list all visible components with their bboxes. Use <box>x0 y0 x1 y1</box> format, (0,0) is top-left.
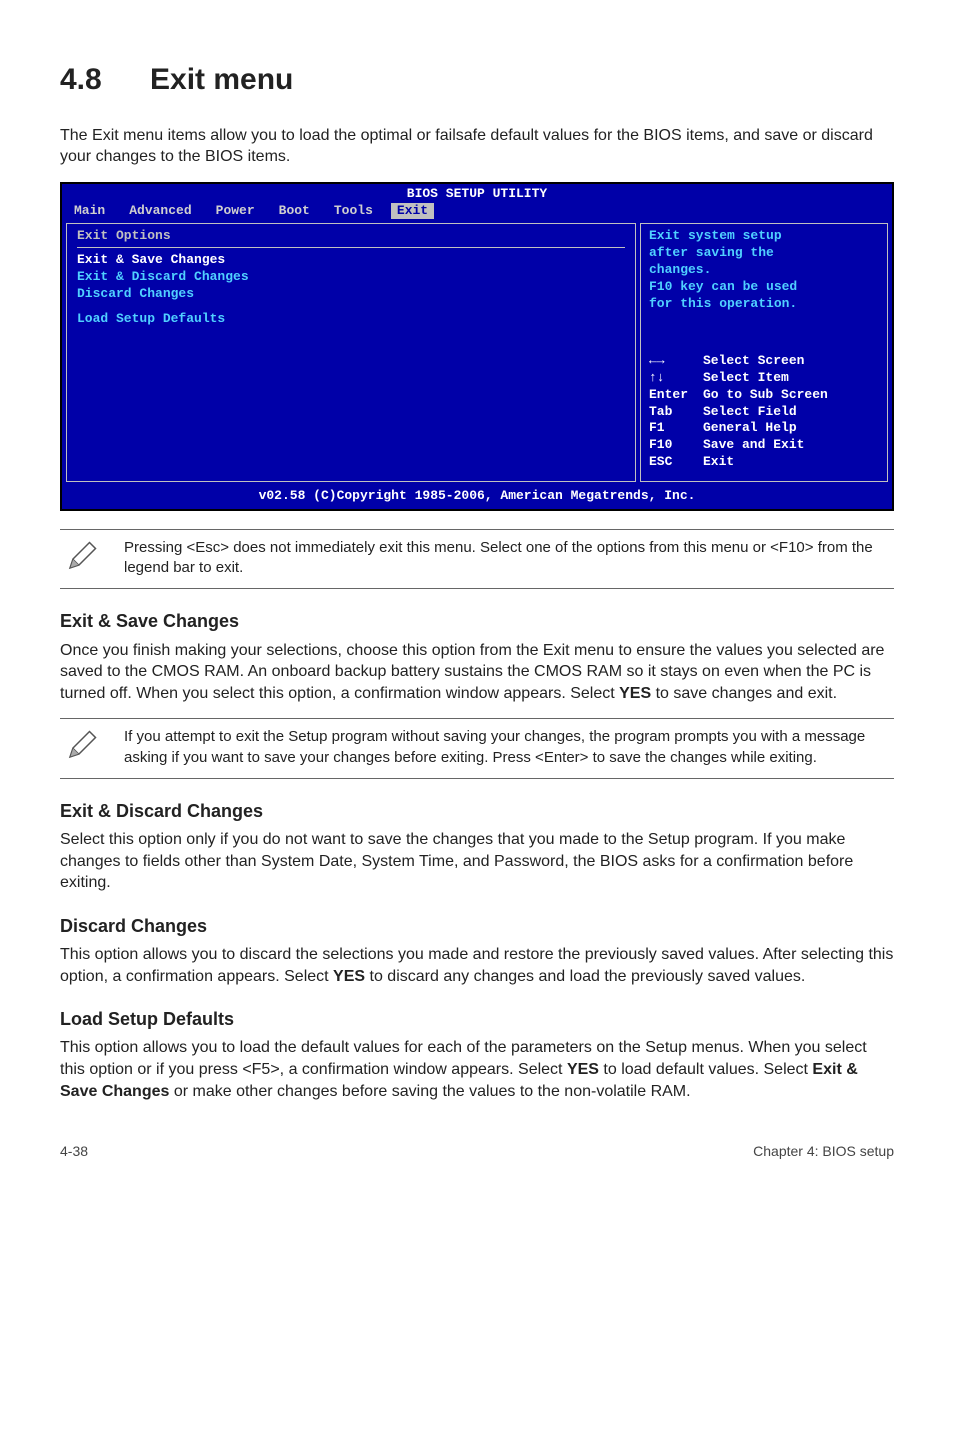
text: to discard any changes and load the prev… <box>365 968 805 985</box>
bios-help-line: after saving the <box>649 245 879 262</box>
bios-help-line: Exit system setup <box>649 228 879 245</box>
subheading-exit-save: Exit & Save Changes <box>60 609 894 633</box>
note-block: If you attempt to exit the Setup program… <box>60 718 894 778</box>
bold-text: YES <box>619 685 651 702</box>
key: F1 <box>649 420 703 437</box>
key-desc: Select Screen <box>703 353 804 370</box>
bios-menu-exit: Exit <box>391 203 434 220</box>
key: ↑↓ <box>649 370 703 387</box>
bios-help-line: changes. <box>649 262 879 279</box>
text: to save changes and exit. <box>651 685 837 702</box>
key: Enter <box>649 387 703 404</box>
bios-right-pane: Exit system setup after saving the chang… <box>640 223 888 482</box>
key: ESC <box>649 454 703 471</box>
bios-item-exit-save: Exit & Save Changes <box>77 252 625 269</box>
bold-text: YES <box>567 1061 599 1078</box>
paragraph: This option allows you to load the defau… <box>60 1037 894 1102</box>
bios-menu-advanced: Advanced <box>123 203 209 220</box>
bios-divider <box>77 247 625 248</box>
paragraph: Once you finish making your selections, … <box>60 640 894 705</box>
note-text: Pressing <Esc> does not immediately exit… <box>124 538 890 579</box>
bios-item-discard: Discard Changes <box>77 286 625 303</box>
bios-item-load-defaults: Load Setup Defaults <box>77 311 625 328</box>
key-desc: General Help <box>703 420 797 437</box>
bios-screenshot: BIOS SETUP UTILITY Main Advanced Power B… <box>60 182 894 511</box>
bios-footer: v02.58 (C)Copyright 1985-2006, American … <box>62 486 892 509</box>
intro-paragraph: The Exit menu items allow you to load th… <box>60 125 894 168</box>
text: to load default values. Select <box>599 1061 812 1078</box>
page-number: 4-38 <box>60 1142 88 1161</box>
key: ←→ <box>649 353 703 370</box>
section-number: 4.8 <box>60 60 150 101</box>
bios-options-title: Exit Options <box>77 228 625 245</box>
bios-help-text: Exit system setup after saving the chang… <box>649 228 879 312</box>
key-desc: Go to Sub Screen <box>703 387 828 404</box>
bios-menubar: Main Advanced Power Boot Tools Exit <box>62 203 892 224</box>
bios-menu-tools: Tools <box>328 203 391 220</box>
subheading-exit-discard: Exit & Discard Changes <box>60 799 894 823</box>
bios-menu-boot: Boot <box>273 203 328 220</box>
bios-item-exit-discard: Exit & Discard Changes <box>77 269 625 286</box>
bios-title: BIOS SETUP UTILITY <box>62 184 892 203</box>
text: or make other changes before saving the … <box>169 1083 690 1100</box>
key-desc: Select Item <box>703 370 789 387</box>
bios-left-pane: Exit Options Exit & Save Changes Exit & … <box>66 223 636 482</box>
bios-help-line: F10 key can be used <box>649 279 879 296</box>
section-heading: 4.8Exit menu <box>60 60 894 101</box>
note-text: If you attempt to exit the Setup program… <box>124 727 890 768</box>
page-footer: 4-38 Chapter 4: BIOS setup <box>60 1142 894 1161</box>
paragraph: This option allows you to discard the se… <box>60 944 894 987</box>
chapter-label: Chapter 4: BIOS setup <box>753 1142 894 1161</box>
pencil-icon <box>64 727 100 769</box>
bold-text: YES <box>333 968 365 985</box>
key-desc: Exit <box>703 454 734 471</box>
pencil-icon <box>64 538 100 580</box>
key-desc: Select Field <box>703 404 797 421</box>
bios-menu-main: Main <box>68 203 123 220</box>
bios-help-line: for this operation. <box>649 296 879 313</box>
note-block: Pressing <Esc> does not immediately exit… <box>60 529 894 589</box>
subheading-load-defaults: Load Setup Defaults <box>60 1007 894 1031</box>
key-desc: Save and Exit <box>703 437 804 454</box>
key: Tab <box>649 404 703 421</box>
key: F10 <box>649 437 703 454</box>
paragraph: Select this option only if you do not wa… <box>60 829 894 894</box>
subheading-discard: Discard Changes <box>60 914 894 938</box>
bios-menu-power: Power <box>210 203 273 220</box>
section-title: Exit menu <box>150 63 293 96</box>
bios-key-legend: ←→Select Screen ↑↓Select Item EnterGo to… <box>649 353 879 471</box>
